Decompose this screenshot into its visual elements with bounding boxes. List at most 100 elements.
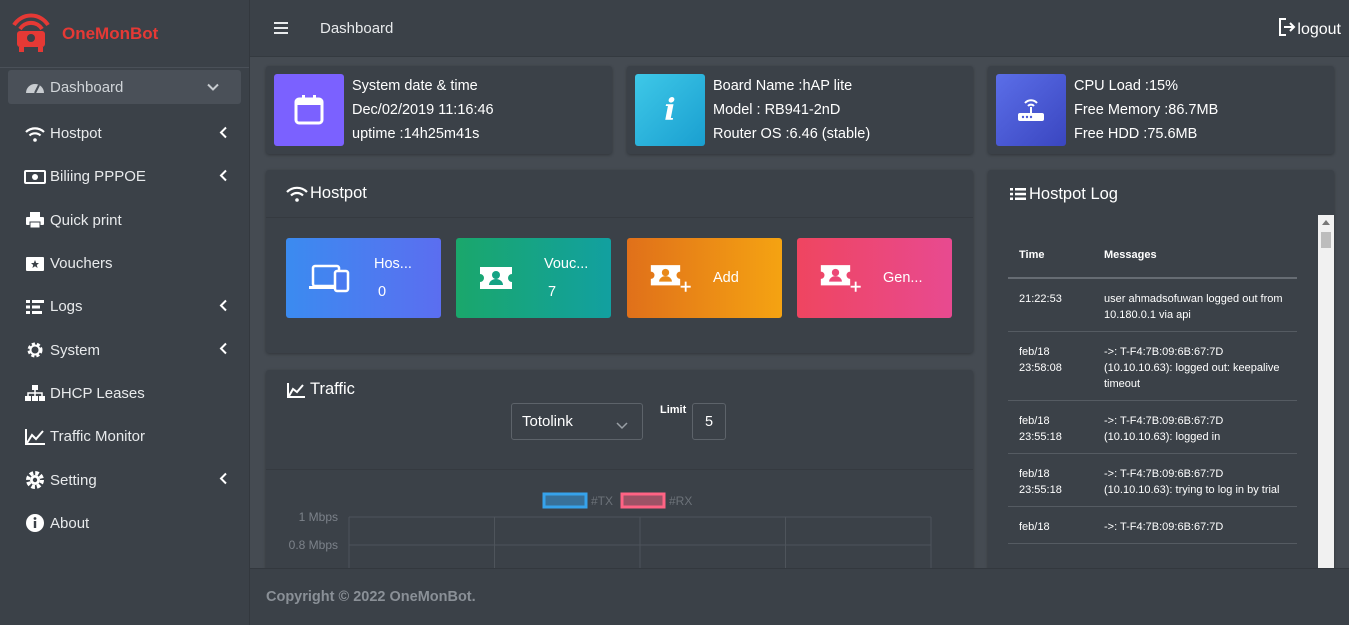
sidebar-item-dhcp-leases[interactable]: DHCP Leases (0, 372, 249, 415)
generate-voucher-tile[interactable]: Gen... (797, 238, 952, 318)
log-time: feb/18 23:58:08 (1019, 346, 1062, 374)
log-row: 21:22:53 user ahmadsofuwan logged out fr… (1008, 279, 1297, 332)
devices-icon (308, 263, 352, 293)
log-message: ->: T-F4:7B:09:6B:67:7D (10.10.10.63): l… (1104, 415, 1224, 443)
chevron-left-icon (219, 169, 227, 184)
legend-swatch (542, 492, 588, 509)
log-time: feb/18 23:55:18 (1019, 468, 1062, 496)
sidebar-nav: Dashboard Hostpot Biliing PPPOE Quick pr… (0, 70, 249, 545)
limit-label: Limit (660, 404, 687, 416)
sidebar-item-billing-pppoe[interactable]: Biliing PPPOE (0, 155, 249, 198)
traffic-card-header: Traffic (286, 380, 355, 399)
board-name: Board Name :hAP lite (713, 78, 853, 94)
sidebar-item-dashboard[interactable]: Dashboard (8, 70, 241, 104)
sidebar-item-label: Hostpot (50, 125, 102, 143)
free-memory: Free Memory :86.7MB (1074, 102, 1219, 118)
y-tick-label: 0.8 Mbps (289, 538, 338, 552)
tile-value: 0 (378, 284, 387, 300)
chevron-left-icon (219, 126, 227, 141)
generate-ticket-icon (819, 262, 863, 294)
add-voucher-tile[interactable]: Add (627, 238, 782, 318)
router-icon (996, 74, 1066, 146)
log-table: Time Messages 21:22:53 user ahmadsofuwan… (1008, 233, 1297, 544)
brand-name: OneMonBot (62, 23, 159, 43)
sidebar-item-system[interactable]: System (0, 328, 249, 371)
legend-label: #RX (669, 494, 692, 508)
tile-value: 7 (548, 284, 557, 300)
info-icon: i (635, 74, 705, 146)
limit-input[interactable]: 5 (692, 403, 726, 440)
interface-select-value: Totolink (522, 413, 573, 430)
uptime-value: uptime :14h25m41s (352, 126, 480, 142)
sidebar-item-label: DHCP Leases (50, 384, 145, 402)
traffic-chart: #TX #RX 1 Mbps 0.8 Mbps (289, 492, 932, 568)
area-chart-icon (24, 427, 46, 447)
router-logo-icon (8, 9, 54, 58)
hostpot-log-card: Hostpot Log Time Messages 21:22:53 user … (988, 170, 1334, 568)
ticket-icon (24, 254, 46, 274)
page-title: Dashboard (320, 19, 394, 37)
sidebar-item-label: Setting (50, 471, 97, 489)
log-time: feb/18 23:55:18 (1019, 415, 1062, 443)
log-table-header: Time Messages (1008, 233, 1297, 279)
vouchers-tile[interactable]: Vouc... 7 (456, 238, 611, 318)
log-message: ->: T-F4:7B:09:6B:67:7D (10.10.10.63): t… (1104, 468, 1280, 496)
hotspot-users-tile[interactable]: Hos... 0 (286, 238, 441, 318)
sidebar-item-label: Quick print (50, 211, 122, 229)
list-icon (1010, 187, 1026, 201)
column-header-time: Time (1019, 249, 1045, 261)
topbar: Dashboard logout (250, 0, 1349, 57)
sidebar-item-about[interactable]: About (0, 502, 249, 545)
traffic-card: Traffic Totolink Limit 5 #TX #RX 1 Mbps 0.8… (266, 370, 973, 568)
chevron-left-icon (219, 299, 227, 314)
log-time: 21:22:53 (1019, 293, 1062, 305)
hostpot-log-title: Hostpot Log (1029, 184, 1118, 203)
ticket-icon (478, 265, 522, 291)
brand[interactable]: OneMonBot (0, 0, 249, 68)
scroll-thumb[interactable] (1321, 232, 1331, 248)
log-scrollbar[interactable] (1318, 215, 1334, 568)
board-model: Model : RB941-2nD (713, 102, 841, 118)
tile-label: Vouc... (544, 256, 589, 272)
gear-icon (24, 340, 46, 360)
log-message: ->: T-F4:7B:09:6B:67:7D (1104, 521, 1224, 533)
tile-label: Hos... (374, 256, 412, 272)
sidebar-item-setting[interactable]: Setting (0, 458, 249, 501)
log-row: feb/18 23:55:18 ->: T-F4:7B:09:6B:67:7D … (1008, 401, 1297, 454)
copyright-text: Copyright © 2022 OneMonBot. (266, 589, 476, 605)
sidebar-item-label: Traffic Monitor (50, 428, 146, 446)
y-tick-label: 1 Mbps (299, 510, 338, 524)
chevron-down-icon (616, 417, 628, 434)
sidebar-item-vouchers[interactable]: Vouchers (0, 242, 249, 285)
log-message: user ahmadsofuwan logged out from 10.180… (1104, 293, 1283, 321)
hamburger-menu-icon[interactable] (274, 19, 288, 37)
chevron-left-icon (219, 472, 227, 488)
scroll-up-arrow-icon[interactable] (1322, 220, 1330, 225)
sidebar-item-quick-print[interactable]: Quick print (0, 199, 249, 242)
datetime-info-box: System date & time Dec/02/2019 11:16:46 … (266, 66, 612, 154)
logout-button[interactable]: logout (1277, 17, 1341, 42)
chevron-down-icon (207, 80, 219, 95)
dashboard-icon (24, 77, 46, 97)
print-icon (24, 210, 46, 230)
hostpot-card-header: Hostpot (266, 170, 973, 218)
sidebar-item-traffic-monitor[interactable]: Traffic Monitor (0, 415, 249, 458)
datetime-label: System date & time (352, 78, 478, 94)
logout-label: logout (1297, 20, 1341, 38)
sidebar-item-label: Vouchers (50, 255, 113, 273)
sidebar-item-label: System (50, 341, 101, 359)
interface-select[interactable]: Totolink (511, 403, 643, 440)
traffic-card-title: Traffic (310, 380, 355, 398)
wifi-icon (24, 124, 46, 144)
sitemap-icon (24, 383, 46, 403)
log-row: feb/18 23:55:18 ->: T-F4:7B:09:6B:67:7D … (1008, 454, 1297, 507)
log-time: feb/18 (1019, 521, 1050, 533)
area-chart-icon (286, 382, 306, 398)
sidebar-item-label: Biliing PPPOE (50, 168, 146, 186)
hostpot-card-title: Hostpot (310, 184, 367, 202)
cog-icon (24, 470, 46, 490)
log-message: ->: T-F4:7B:09:6B:67:7D (10.10.10.63): l… (1104, 346, 1280, 390)
sidebar-item-logs[interactable]: Logs (0, 285, 249, 328)
column-header-messages: Messages (1104, 249, 1157, 261)
sidebar-item-hostpot[interactable]: Hostpot (0, 112, 249, 155)
